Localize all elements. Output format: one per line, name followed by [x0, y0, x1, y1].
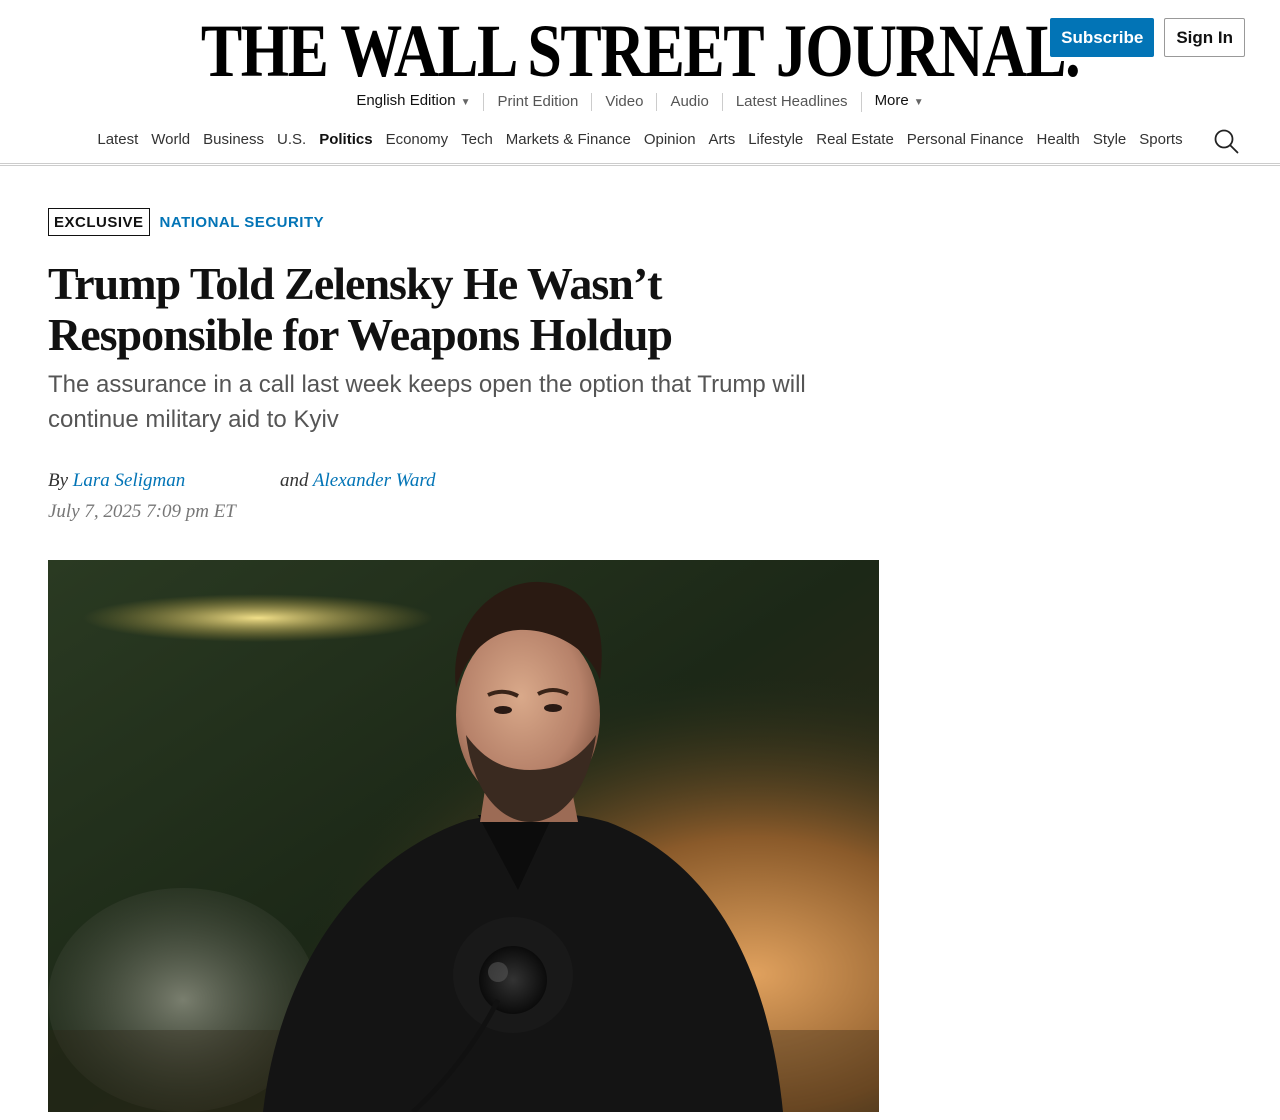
- print-edition-link[interactable]: Print Edition: [483, 93, 591, 111]
- nav-item-tech[interactable]: Tech: [455, 131, 500, 148]
- nav-item-economy[interactable]: Economy: [379, 131, 455, 148]
- nav-item-markets-finance[interactable]: Markets & Finance: [499, 131, 637, 148]
- more-label: More: [874, 92, 909, 109]
- publish-timestamp: July 7, 2025 7:09 pm ET: [48, 501, 236, 522]
- nav-item-opinion[interactable]: Opinion: [637, 131, 702, 148]
- nav-item-us[interactable]: U.S.: [271, 131, 313, 148]
- caret-down-icon: ▼: [460, 97, 471, 108]
- author-link-seligman[interactable]: Lara Seligman: [73, 470, 185, 491]
- latest-headlines-link[interactable]: Latest Headlines: [721, 93, 861, 111]
- byline: By Lara Seligman and Alexander Ward: [48, 470, 548, 494]
- audio-link[interactable]: Audio: [656, 93, 721, 111]
- nav-item-latest[interactable]: Latest: [91, 131, 145, 148]
- nav-item-arts[interactable]: Arts: [702, 131, 742, 148]
- more-menu[interactable]: More ▼: [860, 92, 937, 112]
- author-link-ward[interactable]: Alexander Ward: [313, 470, 436, 491]
- nav-item-politics[interactable]: Politics: [313, 131, 379, 148]
- lead-photo-image: [48, 560, 879, 1112]
- caret-down-icon: ▼: [913, 97, 924, 108]
- search-icon[interactable]: [1213, 128, 1239, 154]
- article-dek: The assurance in a call last week keeps …: [48, 371, 806, 433]
- nav-item-lifestyle[interactable]: Lifestyle: [742, 131, 810, 148]
- header-divider: [0, 163, 1280, 166]
- video-link[interactable]: Video: [591, 93, 656, 111]
- article-flags: EXCLUSIVE NATIONAL SECURITY: [48, 208, 324, 236]
- byline-by: By: [48, 470, 69, 491]
- edition-selector[interactable]: English Edition ▼: [343, 92, 483, 112]
- nav-item-personal-finance[interactable]: Personal Finance: [900, 131, 1030, 148]
- article-headline: Trump Told Zelensky He Wasn’t Responsibl…: [48, 258, 673, 360]
- header-actions: Subscribe Sign In: [1050, 18, 1245, 57]
- main-nav: Latest World Business U.S. Politics Econ…: [0, 131, 1280, 148]
- nav-item-real-estate[interactable]: Real Estate: [810, 131, 901, 148]
- edition-subnav: English Edition ▼ Print Edition Video Aud…: [0, 92, 1280, 112]
- byline-second: and Alexander Ward: [280, 470, 436, 492]
- byline-and: and: [280, 470, 309, 491]
- section-link[interactable]: NATIONAL SECURITY: [160, 214, 325, 231]
- byline-first: By Lara Seligman: [48, 470, 185, 492]
- nav-item-business[interactable]: Business: [197, 131, 271, 148]
- edition-label: English Edition: [356, 92, 456, 109]
- nav-item-health[interactable]: Health: [1030, 131, 1086, 148]
- subscribe-button[interactable]: Subscribe: [1050, 18, 1155, 57]
- exclusive-badge: EXCLUSIVE: [48, 208, 150, 236]
- sign-in-button[interactable]: Sign In: [1164, 18, 1245, 57]
- nav-item-world[interactable]: World: [145, 131, 197, 148]
- nav-item-sports[interactable]: Sports: [1133, 131, 1189, 148]
- article-lead-photo: [48, 560, 879, 1112]
- nav-item-style[interactable]: Style: [1086, 131, 1132, 148]
